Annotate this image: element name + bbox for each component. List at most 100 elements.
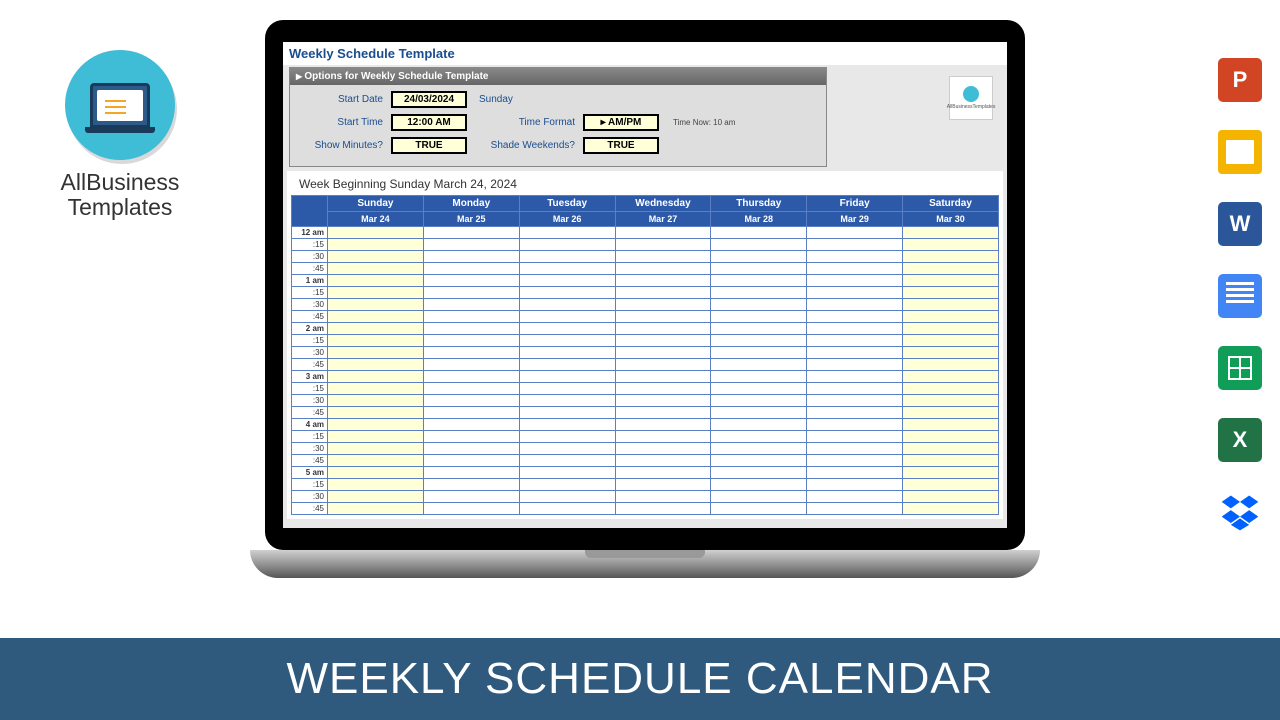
start-time-field[interactable]: 12:00 AM (391, 114, 467, 131)
show-minutes-field[interactable]: TRUE (391, 137, 467, 154)
calendar-cell[interactable] (328, 371, 424, 383)
calendar-cell[interactable] (519, 263, 615, 275)
calendar-cell[interactable] (519, 359, 615, 371)
calendar-cell[interactable] (711, 299, 807, 311)
calendar-cell[interactable] (807, 299, 903, 311)
calendar-cell[interactable] (807, 347, 903, 359)
calendar-cell[interactable] (519, 467, 615, 479)
calendar-cell[interactable] (807, 455, 903, 467)
calendar-cell[interactable] (807, 359, 903, 371)
calendar-cell[interactable] (807, 491, 903, 503)
calendar-cell[interactable] (807, 467, 903, 479)
calendar-cell[interactable] (711, 227, 807, 239)
calendar-cell[interactable] (807, 275, 903, 287)
calendar-cell[interactable] (328, 299, 424, 311)
calendar-cell[interactable] (903, 335, 999, 347)
calendar-cell[interactable] (328, 431, 424, 443)
calendar-cell[interactable] (711, 323, 807, 335)
calendar-cell[interactable] (807, 419, 903, 431)
calendar-cell[interactable] (328, 275, 424, 287)
calendar-cell[interactable] (519, 419, 615, 431)
calendar-cell[interactable] (903, 311, 999, 323)
calendar-cell[interactable] (615, 347, 711, 359)
calendar-cell[interactable] (807, 323, 903, 335)
calendar-cell[interactable] (423, 239, 519, 251)
calendar-cell[interactable] (423, 395, 519, 407)
calendar-cell[interactable] (519, 443, 615, 455)
calendar-cell[interactable] (519, 455, 615, 467)
calendar-cell[interactable] (423, 347, 519, 359)
time-format-field[interactable]: ▸ AM/PM (583, 114, 659, 131)
calendar-cell[interactable] (423, 263, 519, 275)
calendar-cell[interactable] (519, 431, 615, 443)
calendar-cell[interactable] (423, 383, 519, 395)
calendar-cell[interactable] (328, 443, 424, 455)
calendar-cell[interactable] (807, 239, 903, 251)
calendar-cell[interactable] (328, 419, 424, 431)
calendar-cell[interactable] (615, 455, 711, 467)
calendar-cell[interactable] (519, 311, 615, 323)
calendar-cell[interactable] (328, 407, 424, 419)
calendar-cell[interactable] (903, 479, 999, 491)
calendar-cell[interactable] (807, 263, 903, 275)
calendar-cell[interactable] (519, 479, 615, 491)
calendar-cell[interactable] (903, 395, 999, 407)
calendar-cell[interactable] (519, 407, 615, 419)
calendar-cell[interactable] (328, 383, 424, 395)
calendar-cell[interactable] (615, 251, 711, 263)
calendar-cell[interactable] (711, 455, 807, 467)
calendar-cell[interactable] (615, 263, 711, 275)
calendar-cell[interactable] (711, 383, 807, 395)
calendar-cell[interactable] (615, 359, 711, 371)
calendar-cell[interactable] (903, 443, 999, 455)
calendar-cell[interactable] (519, 227, 615, 239)
calendar-cell[interactable] (423, 467, 519, 479)
calendar-cell[interactable] (423, 275, 519, 287)
calendar-cell[interactable] (519, 323, 615, 335)
calendar-cell[interactable] (903, 431, 999, 443)
calendar-cell[interactable] (519, 299, 615, 311)
calendar-cell[interactable] (903, 455, 999, 467)
calendar-cell[interactable] (711, 395, 807, 407)
calendar-cell[interactable] (423, 443, 519, 455)
calendar-cell[interactable] (903, 371, 999, 383)
calendar-cell[interactable] (423, 299, 519, 311)
calendar-cell[interactable] (711, 335, 807, 347)
calendar-cell[interactable] (328, 479, 424, 491)
calendar-cell[interactable] (807, 431, 903, 443)
calendar-cell[interactable] (903, 251, 999, 263)
calendar-cell[interactable] (711, 371, 807, 383)
calendar-cell[interactable] (615, 287, 711, 299)
options-panel-header[interactable]: Options for Weekly Schedule Template (290, 68, 826, 85)
calendar-cell[interactable] (711, 503, 807, 515)
calendar-cell[interactable] (807, 287, 903, 299)
calendar-cell[interactable] (423, 251, 519, 263)
calendar-cell[interactable] (903, 419, 999, 431)
calendar-cell[interactable] (519, 335, 615, 347)
calendar-cell[interactable] (328, 311, 424, 323)
calendar-cell[interactable] (807, 395, 903, 407)
calendar-cell[interactable] (711, 419, 807, 431)
calendar-cell[interactable] (328, 323, 424, 335)
calendar-cell[interactable] (903, 359, 999, 371)
calendar-cell[interactable] (328, 455, 424, 467)
calendar-cell[interactable] (328, 239, 424, 251)
calendar-cell[interactable] (423, 503, 519, 515)
calendar-cell[interactable] (903, 503, 999, 515)
calendar-cell[interactable] (711, 347, 807, 359)
calendar-cell[interactable] (903, 227, 999, 239)
calendar-cell[interactable] (711, 287, 807, 299)
calendar-cell[interactable] (423, 479, 519, 491)
calendar-cell[interactable] (903, 383, 999, 395)
calendar-cell[interactable] (903, 263, 999, 275)
calendar-cell[interactable] (903, 239, 999, 251)
calendar-cell[interactable] (423, 407, 519, 419)
calendar-cell[interactable] (423, 491, 519, 503)
calendar-cell[interactable] (519, 503, 615, 515)
calendar-cell[interactable] (711, 443, 807, 455)
calendar-cell[interactable] (328, 395, 424, 407)
calendar-cell[interactable] (615, 419, 711, 431)
calendar-cell[interactable] (423, 455, 519, 467)
calendar-cell[interactable] (615, 299, 711, 311)
calendar-cell[interactable] (423, 419, 519, 431)
